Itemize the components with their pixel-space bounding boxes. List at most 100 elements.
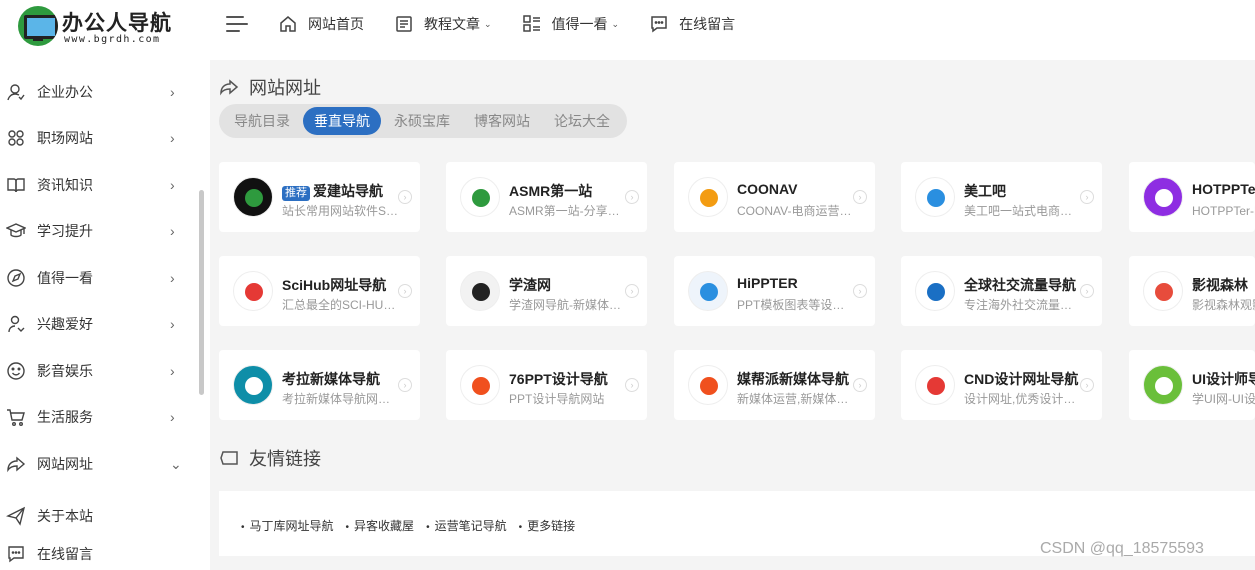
- site-card-name: SciHub网址导航: [282, 275, 412, 295]
- tab-blogs[interactable]: 博客网站: [463, 107, 541, 135]
- chevron-right-icon[interactable]: ›: [625, 190, 639, 204]
- chevron-right-icon[interactable]: ›: [398, 284, 412, 298]
- menu-line: [226, 16, 244, 18]
- grid-list-icon: [522, 15, 540, 32]
- site-card[interactable]: 美工吧美工吧一站式电商美工导航›: [901, 162, 1102, 232]
- site-card-desc: 新媒体运营,新媒体导航: [737, 392, 855, 406]
- site-card-name-text: 美工吧: [964, 183, 1006, 199]
- site-card-name: COONAV: [737, 181, 867, 197]
- chevron-right-icon[interactable]: ›: [1080, 378, 1094, 392]
- friend-link[interactable]: 运营笔记导航: [426, 517, 507, 534]
- menu-toggle-button[interactable]: [226, 14, 248, 34]
- nav-message[interactable]: 在线留言: [649, 12, 735, 36]
- tab-forums[interactable]: 论坛大全: [543, 107, 621, 135]
- chevron-right-icon[interactable]: ›: [853, 190, 867, 204]
- site-logo[interactable]: 办公人导航 www.bgrdh.com: [18, 6, 198, 54]
- nav-home[interactable]: 网站首页: [278, 12, 364, 36]
- tab-nav-directory[interactable]: 导航目录: [223, 107, 301, 135]
- site-card-name: 推荐 爱建站导航: [282, 181, 412, 201]
- site-logo-icon: [460, 365, 500, 405]
- chevron-right-icon[interactable]: ›: [625, 284, 639, 298]
- sidebar-item-enterprise[interactable]: 企业办公 ›: [0, 77, 196, 107]
- sidebar-item-message[interactable]: 在线留言: [0, 539, 196, 569]
- sidebar-item-label: 职场网站: [37, 130, 93, 146]
- sidebar-item-label: 网站网址: [37, 456, 93, 472]
- category-tabs: 导航目录 垂直导航 永硕宝库 博客网站 论坛大全: [219, 104, 627, 138]
- sidebar-item-label: 影音娱乐: [37, 363, 93, 379]
- chevron-down-icon: ⌄: [611, 18, 620, 29]
- sidebar-item-websites[interactable]: 网站网址 ⌄: [0, 449, 196, 479]
- watermark-text: CSDN @qq_18575593: [1040, 540, 1204, 557]
- chevron-right-icon: ›: [170, 270, 175, 286]
- site-card[interactable]: HiPPTER PPT模板图表等设计资源›: [674, 256, 875, 326]
- graduation-cap-icon: [6, 223, 26, 238]
- site-card-desc: 影视森林观影导航: [1192, 298, 1255, 312]
- sidebar-item-label: 生活服务: [37, 409, 93, 425]
- tab-vertical-nav[interactable]: 垂直导航: [303, 107, 381, 135]
- friend-link[interactable]: 马丁库网址导航: [241, 517, 334, 534]
- chevron-right-icon: ›: [170, 363, 175, 379]
- site-logo-icon: [233, 271, 273, 311]
- nav-worth-seeing[interactable]: 值得一看 ⌄: [522, 12, 620, 36]
- message-icon: [651, 16, 667, 33]
- site-card-name: HiPPTER: [737, 275, 867, 291]
- top-header: 办公人导航 www.bgrdh.com 网站首页 教程文章 ⌄ 值得一看 ⌄ 在…: [0, 0, 1255, 60]
- site-card[interactable]: HOTPPTer HOTPPTer-PPT资源导航: [1129, 162, 1255, 232]
- site-card-desc: 学渣网导航-新媒体运营: [509, 298, 627, 312]
- chevron-right-icon[interactable]: ›: [1080, 284, 1094, 298]
- site-card[interactable]: CND设计网址导航 设计网址,优秀设计网站 ›: [901, 350, 1102, 420]
- sidebar-item-label: 值得一看: [37, 270, 93, 286]
- site-logo-icon: [688, 365, 728, 405]
- logo-title: 办公人导航: [62, 12, 172, 35]
- sidebar-item-label: 关于本站: [37, 508, 93, 524]
- nav-tutorials[interactable]: 教程文章 ⌄: [394, 12, 492, 36]
- site-logo-icon: [1143, 365, 1183, 405]
- home-icon: [280, 16, 296, 32]
- chevron-right-icon[interactable]: ›: [853, 378, 867, 392]
- chevron-right-icon[interactable]: ›: [1080, 190, 1094, 204]
- sidebar-item-hobbies[interactable]: 兴趣爱好 ›: [0, 309, 196, 339]
- friend-link[interactable]: 异客收藏屋: [346, 517, 414, 534]
- site-logo-icon: [1143, 177, 1183, 217]
- site-card-name-text: 学渣网: [509, 277, 551, 293]
- site-card[interactable]: COONAV COONAV-电商运营导航 ›: [674, 162, 875, 232]
- site-card[interactable]: 76PPT设计导航 PPT设计导航网站 ›: [446, 350, 647, 420]
- site-card[interactable]: 推荐爱建站导航站长常用网站软件SEO工具›: [219, 162, 420, 232]
- sidebar-item-about[interactable]: 关于本站: [0, 501, 196, 531]
- site-logo-icon: [460, 177, 500, 217]
- site-card[interactable]: ASMR第一站 ASMR第一站-分享全网ASMR›: [446, 162, 647, 232]
- sidebar-item-workplace[interactable]: 职场网站 ›: [0, 123, 196, 153]
- paper-plane-icon: [6, 506, 26, 526]
- chevron-right-icon[interactable]: ›: [398, 378, 412, 392]
- chevron-right-icon[interactable]: ›: [625, 378, 639, 392]
- chevron-right-icon[interactable]: ›: [398, 190, 412, 204]
- share-icon: [220, 79, 239, 96]
- sidebar-scrollbar[interactable]: [199, 190, 204, 395]
- sidebar-item-learning[interactable]: 学习提升 ›: [0, 216, 196, 246]
- site-card-desc: 站长常用网站软件SEO工具: [282, 204, 400, 218]
- site-card[interactable]: SciHub网址导航汇总最全的SCI-HUB网址›: [219, 256, 420, 326]
- site-card[interactable]: UI设计师导航学UI网-UI设计师导航: [1129, 350, 1255, 420]
- chevron-right-icon: ›: [170, 130, 175, 146]
- site-card-name-text: 76PPT设计导航: [509, 371, 608, 387]
- chevron-right-icon: ›: [170, 316, 175, 332]
- tab-yongshuo[interactable]: 永硕宝库: [383, 107, 461, 135]
- friend-link-more[interactable]: 更多链接: [519, 517, 575, 534]
- site-card[interactable]: 媒帮派新媒体导航 新媒体运营,新媒体导航 ›: [674, 350, 875, 420]
- sidebar-item-entertainment[interactable]: 影音娱乐 ›: [0, 356, 196, 386]
- site-card[interactable]: 学渣网学渣网导航-新媒体运营 ›: [446, 256, 647, 326]
- tag-icon: [220, 451, 238, 465]
- site-card-name: 美工吧: [964, 181, 1094, 201]
- menu-line: [226, 30, 240, 32]
- site-card[interactable]: 全球社交流量导航 专注海外社交流量推广 ›: [901, 256, 1102, 326]
- site-card[interactable]: 考拉新媒体导航考拉新媒体导航网站大全›: [219, 350, 420, 420]
- document-icon: [396, 16, 412, 32]
- nav-worth-seeing-label: 值得一看: [551, 16, 608, 32]
- sidebar-item-worth-seeing[interactable]: 值得一看 ›: [0, 263, 196, 293]
- sidebar-item-life-services[interactable]: 生活服务 ›: [0, 402, 196, 432]
- site-card[interactable]: 影视森林影视森林观影导航: [1129, 256, 1255, 326]
- chevron-right-icon[interactable]: ›: [853, 284, 867, 298]
- site-card-name-text: ASMR第一站: [509, 183, 593, 199]
- sidebar-item-news[interactable]: 资讯知识 ›: [0, 170, 196, 200]
- site-card-name: HOTPPTer: [1192, 181, 1255, 197]
